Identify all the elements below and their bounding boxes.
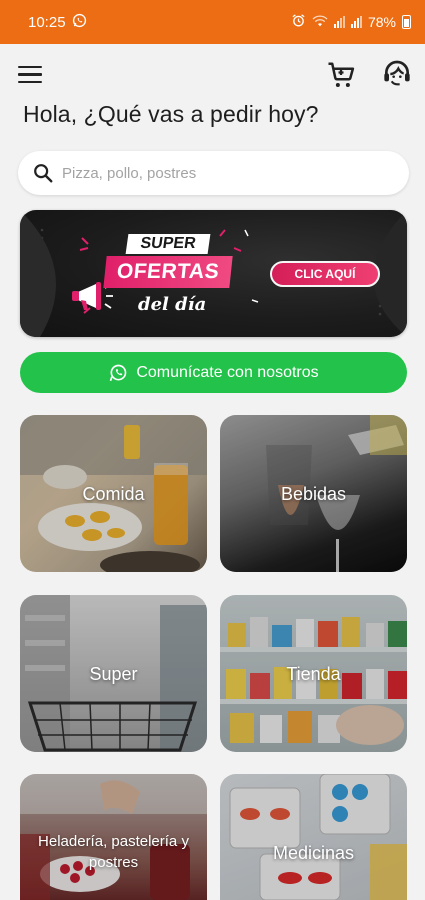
app-bar	[0, 44, 425, 104]
status-bar: 10:25 78%	[0, 0, 425, 44]
battery-icon	[402, 15, 411, 29]
page-title: Hola, ¿Qué vas a pedir hoy?	[23, 101, 319, 127]
wifi-icon	[312, 14, 328, 31]
promo-super-text: SUPER	[125, 234, 211, 254]
category-label: Medicinas	[272, 843, 355, 863]
promo-cta-button[interactable]: CLIC AQUÍ	[270, 261, 380, 287]
whatsapp-contact-label: Comunícate con nosotros	[136, 363, 319, 381]
support-agent-icon[interactable]	[381, 58, 413, 90]
search-input[interactable]	[62, 164, 362, 182]
whatsapp-notification-icon	[72, 13, 87, 32]
category-tile-medicinas[interactable]: Medicinas	[220, 774, 407, 900]
category-label: Heladería, pastelería y postres	[38, 833, 189, 871]
cart-icon[interactable]	[326, 60, 356, 90]
cell-signal-icon	[333, 16, 345, 28]
category-label: Super	[89, 663, 138, 684]
cell-signal-2-icon	[350, 16, 362, 28]
search-icon	[34, 164, 53, 183]
promo-ofertas-text: OFERTAS	[103, 256, 233, 288]
category-tile-tienda[interactable]: Tienda	[220, 595, 407, 752]
category-label: Tienda	[286, 663, 341, 684]
whatsapp-icon	[110, 364, 127, 381]
battery-percent: 78%	[367, 14, 396, 30]
promo-del-dia-text: del día	[138, 294, 207, 315]
menu-button[interactable]	[18, 66, 42, 84]
category-label: Comida	[82, 483, 145, 504]
category-label: Bebidas	[280, 483, 347, 504]
category-tile-super[interactable]: Super	[20, 595, 207, 752]
search-bar[interactable]	[18, 151, 409, 195]
category-tile-bebidas[interactable]: Bebidas	[220, 415, 407, 572]
status-time: 10:25	[28, 13, 66, 31]
category-tile-heladeria[interactable]: Heladería, pastelería y postres	[20, 774, 207, 900]
alarm-icon	[291, 13, 306, 31]
whatsapp-contact-button[interactable]: Comunícate con nosotros	[20, 352, 407, 393]
promo-banner[interactable]: SUPER OFERTAS del día CLIC AQUÍ	[20, 210, 407, 337]
category-tile-comida[interactable]: Comida	[20, 415, 207, 572]
